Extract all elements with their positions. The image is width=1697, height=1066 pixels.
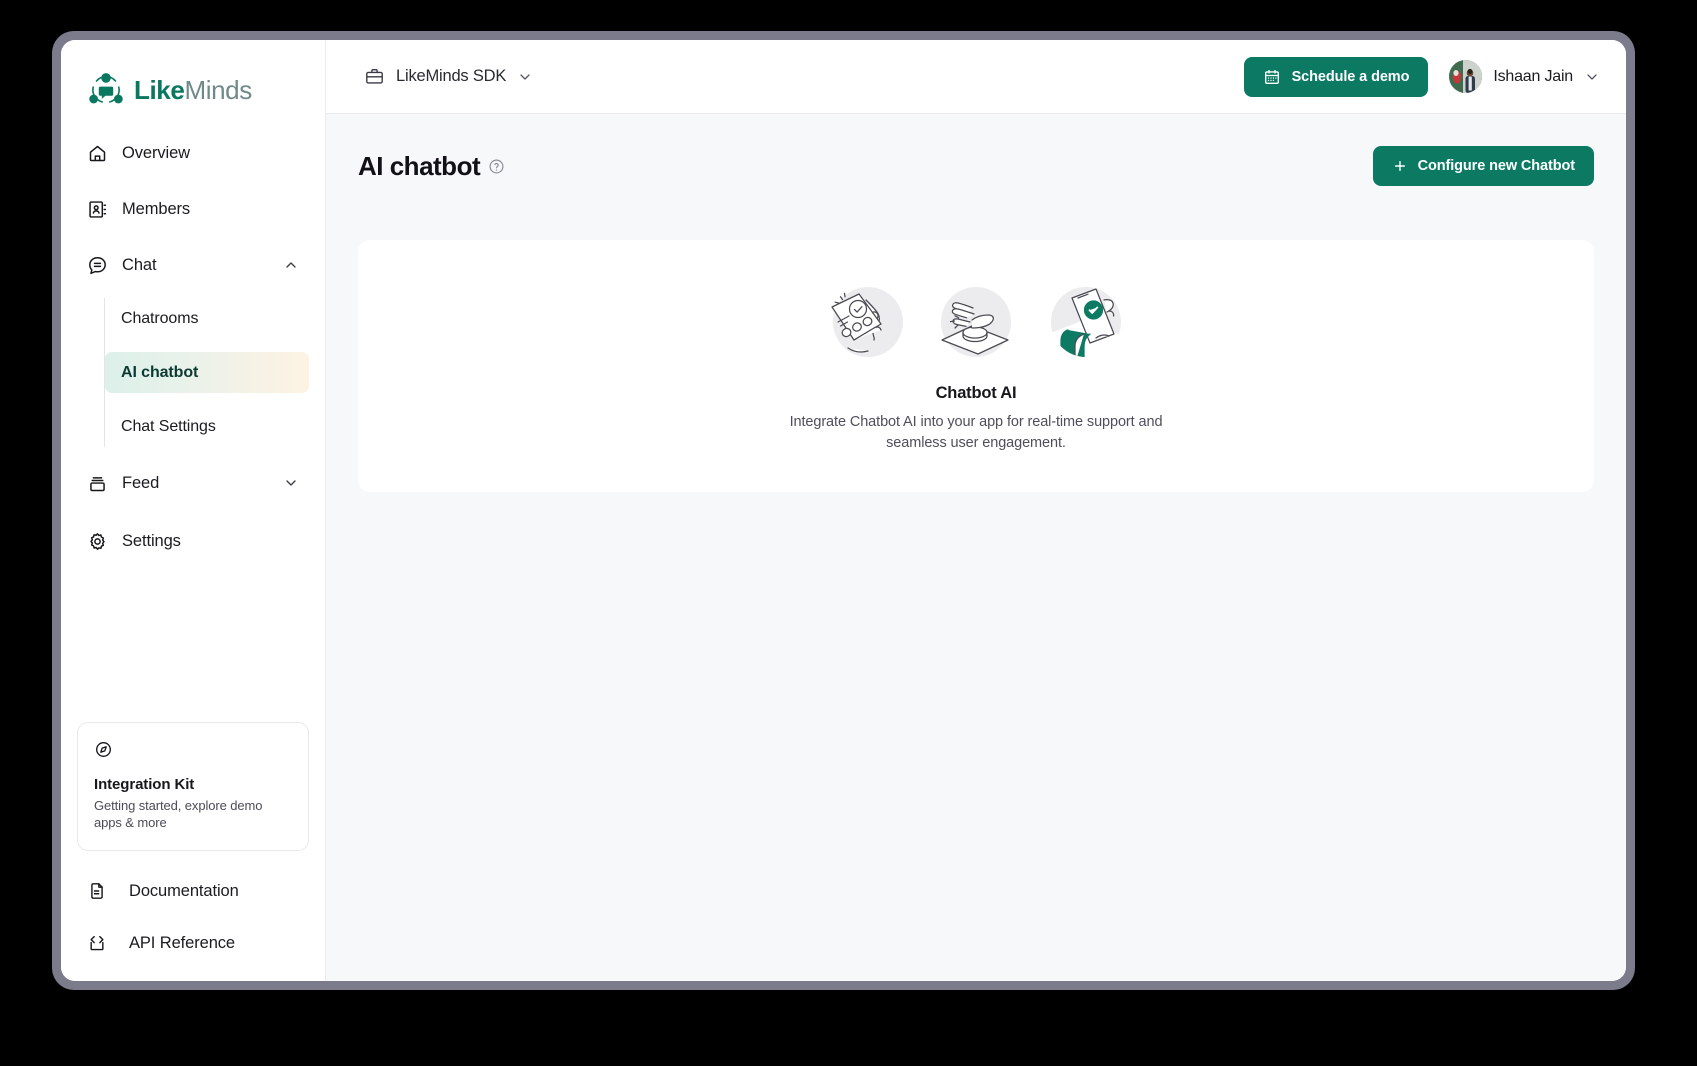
illustration-row	[818, 278, 1134, 366]
brand-logo[interactable]: LikeMinds	[61, 40, 325, 114]
page-header: AI chatbot Configure new Chatbot	[358, 142, 1594, 190]
sidebar-subitem-label: AI chatbot	[121, 363, 199, 381]
workspace-name: LikeMinds SDK	[396, 67, 507, 85]
page-title: AI chatbot	[358, 150, 481, 181]
sidebar-item-chat[interactable]: Chat	[77, 242, 309, 288]
sidebar-item-chat-settings[interactable]: Chat Settings	[105, 406, 309, 447]
calendar-icon	[1263, 68, 1281, 86]
chevron-down-icon[interactable]	[1584, 69, 1600, 85]
chevron-up-icon[interactable]	[283, 257, 299, 273]
chatbot-empty-state-card: Chatbot AI Integrate Chatbot AI into you…	[358, 240, 1594, 492]
sidebar-item-members[interactable]: Members	[77, 186, 309, 232]
app-root: LikeMinds Overview Members Chat Chatroom…	[61, 40, 1626, 981]
hand-pressing-button-illustration	[928, 278, 1024, 366]
sidebar: LikeMinds Overview Members Chat Chatroom…	[61, 40, 326, 981]
gear-icon	[87, 531, 108, 552]
sidebar-item-label: Overview	[122, 143, 190, 162]
sidebar-item-chatrooms[interactable]: Chatrooms	[105, 298, 309, 339]
sidebar-item-label: Chat	[122, 255, 157, 274]
primary-nav: Overview Members Chat Chatrooms AI chatb…	[61, 114, 325, 574]
brand-name-part2: Minds	[184, 74, 252, 105]
chat-bubble-icon	[87, 255, 108, 276]
contact-book-icon	[87, 199, 108, 220]
sidebar-item-label: Members	[122, 199, 191, 218]
sidebar-item-label: Feed	[122, 473, 160, 492]
user-name: Ishaan Jain	[1493, 67, 1573, 85]
main-area: LikeMinds SDK Schedule a demo Ishaan Jai…	[326, 40, 1626, 981]
schedule-demo-button[interactable]: Schedule a demo	[1243, 56, 1429, 97]
integration-kit-card[interactable]: Integration Kit Getting started, explore…	[77, 721, 309, 851]
chat-subnav: Chatrooms AI chatbot Chat Settings	[104, 298, 309, 447]
sidebar-subitem-label: Chatrooms	[121, 309, 199, 327]
sidebar-item-settings[interactable]: Settings	[77, 518, 309, 564]
home-icon	[87, 143, 108, 164]
sidebar-item-label: API Reference	[129, 933, 236, 952]
topbar: LikeMinds SDK Schedule a demo Ishaan Jai…	[326, 40, 1626, 114]
page-content: AI chatbot Configure new Chatbot Chatbot…	[326, 114, 1626, 981]
empty-state-title: Chatbot AI	[935, 383, 1017, 402]
topbar-actions: Schedule a demo Ishaan Jain	[1243, 56, 1604, 97]
schedule-demo-label: Schedule a demo	[1291, 68, 1410, 85]
sidebar-item-overview[interactable]: Overview	[77, 130, 309, 176]
sidebar-item-ai-chatbot[interactable]: AI chatbot	[105, 352, 309, 393]
integration-kit-subtitle: Getting started, explore demo apps & mor…	[94, 797, 263, 831]
avatar	[1449, 60, 1483, 93]
empty-state-description: Integrate Chatbot AI into your app for r…	[789, 413, 1163, 451]
question-circle-icon[interactable]	[488, 158, 505, 175]
document-icon	[87, 881, 107, 901]
hand-holding-card-illustration	[818, 278, 914, 366]
integration-kit-title: Integration Kit	[94, 775, 195, 793]
sidebar-item-label: Documentation	[129, 881, 239, 900]
feed-icon	[87, 473, 108, 494]
configure-new-chatbot-button[interactable]: Configure new Chatbot	[1372, 146, 1594, 186]
sidebar-subitem-label: Chat Settings	[121, 417, 216, 435]
chevron-down-icon[interactable]	[517, 69, 533, 85]
brand-name-part1: Like	[134, 74, 185, 105]
plus-icon	[1392, 158, 1408, 174]
sidebar-item-label: Settings	[122, 531, 181, 550]
user-menu[interactable]: Ishaan Jain	[1445, 57, 1604, 96]
sidebar-item-documentation[interactable]: Documentation	[61, 865, 325, 917]
workspace-switcher[interactable]: LikeMinds SDK	[356, 60, 541, 93]
configure-button-label: Configure new Chatbot	[1417, 158, 1575, 174]
code-brackets-icon	[87, 933, 107, 953]
chevron-down-icon[interactable]	[283, 475, 299, 491]
brand-name: LikeMinds	[134, 75, 252, 106]
hand-holding-phone-illustration	[1038, 278, 1134, 366]
browser-window-frame: LikeMinds Overview Members Chat Chatroom…	[52, 31, 1635, 990]
likeminds-logo-icon	[87, 71, 125, 109]
compass-icon	[94, 740, 292, 764]
briefcase-icon	[364, 66, 385, 87]
sidebar-item-api-reference[interactable]: API Reference	[61, 917, 325, 969]
sidebar-item-feed[interactable]: Feed	[77, 460, 309, 506]
